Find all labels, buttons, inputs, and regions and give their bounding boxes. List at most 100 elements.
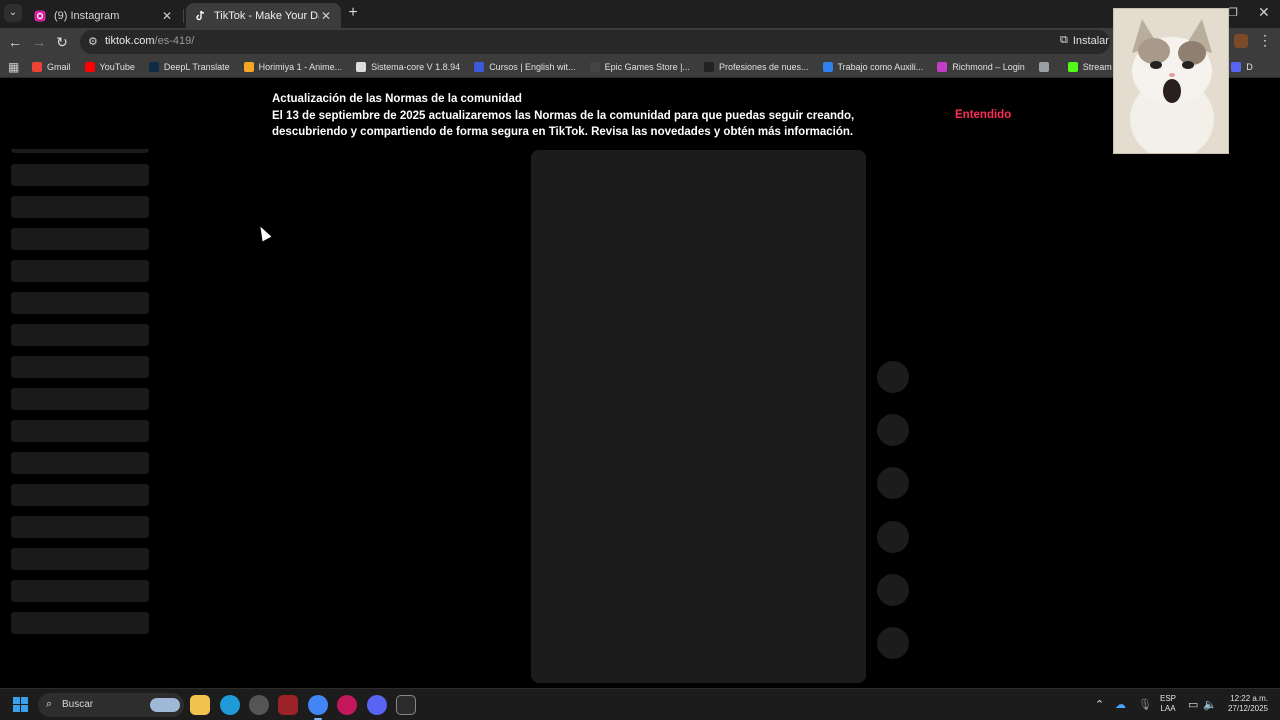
chrome-icon[interactable] bbox=[308, 695, 328, 720]
microphone-icon[interactable]: 🎙 bbox=[1138, 698, 1152, 711]
onedrive-icon[interactable]: ☁ bbox=[1115, 698, 1126, 711]
tab-divider bbox=[183, 9, 184, 23]
bookmark-favicon-icon bbox=[148, 62, 159, 72]
taskbar-search-label: Buscar bbox=[62, 699, 94, 710]
bookmarks-bar: ▦ Gmail YouTube DeepL Translate Horimiya 1 … bbox=[0, 56, 1280, 78]
bookmark-item[interactable]: Sistema-core V 1.8.94 bbox=[356, 62, 460, 72]
community-guidelines-notice: Actualización de las Normas de la comuni… bbox=[272, 93, 892, 140]
close-window-icon[interactable]: ✕ bbox=[1258, 4, 1270, 21]
bookmark-favicon-icon bbox=[356, 62, 367, 72]
bookmark-item[interactable]: Horimiya 1 - Anime... bbox=[243, 62, 343, 72]
bookmark-label: Richmond – Login bbox=[952, 62, 1025, 72]
video-loading-placeholder bbox=[531, 150, 866, 683]
bookmark-label: Cursos | English wit... bbox=[489, 62, 576, 72]
tab-title: TikTok - Make Your Day bbox=[214, 9, 319, 22]
language-indicator[interactable]: ESP LAA bbox=[1160, 694, 1176, 714]
maximize-icon[interactable]: ❐ bbox=[1228, 6, 1238, 19]
bookmark-favicon-icon bbox=[243, 62, 254, 72]
bookmark-favicon-icon bbox=[474, 62, 485, 72]
tab-instagram[interactable]: (9) Instagram ✕ bbox=[26, 3, 182, 28]
skeleton-row bbox=[11, 516, 149, 538]
reload-icon[interactable]: ↻ bbox=[53, 33, 71, 51]
bookmark-item[interactable]: YouTube bbox=[84, 62, 135, 72]
volume-icon[interactable]: 🔈 bbox=[1203, 698, 1217, 711]
edge-icon[interactable] bbox=[220, 695, 240, 715]
tab-search-icon[interactable]: ⌄ bbox=[4, 4, 22, 22]
bookmark-favicon-icon bbox=[84, 62, 95, 72]
bookmark-favicon-icon bbox=[937, 62, 948, 72]
search-icon: ⌕ bbox=[46, 698, 53, 710]
skeleton-row bbox=[11, 356, 149, 378]
install-label: Instalar bbox=[1072, 34, 1109, 47]
skeleton-row bbox=[11, 452, 149, 474]
windows-start-icon[interactable] bbox=[13, 697, 29, 713]
close-tab-icon[interactable]: ✕ bbox=[319, 9, 333, 23]
skeleton-row bbox=[11, 580, 149, 602]
weather-cloud-icon bbox=[150, 698, 180, 712]
entendido-button[interactable]: Entendido bbox=[955, 109, 1011, 121]
bookmark-item[interactable]: Richmond – Login bbox=[937, 62, 1025, 72]
skeleton-row bbox=[11, 388, 149, 410]
extension-icon[interactable] bbox=[1234, 34, 1248, 48]
close-tab-icon[interactable]: ✕ bbox=[160, 9, 174, 23]
browser-menu-icon[interactable]: ⋮ bbox=[1258, 32, 1272, 49]
bookmark-label: Gmail bbox=[47, 62, 71, 72]
system-clock[interactable]: 12:22 a.m. 27/12/2025 bbox=[1222, 694, 1268, 714]
new-tab-button[interactable]: + bbox=[344, 4, 362, 22]
bookmark-favicon-icon bbox=[1038, 62, 1049, 72]
bookmark-item[interactable]: Trabajo como Auxili... bbox=[822, 62, 923, 72]
skeleton-row bbox=[11, 484, 149, 506]
bookmark-label: D bbox=[1246, 62, 1253, 72]
cat-image bbox=[1114, 9, 1228, 153]
file-explorer-icon[interactable] bbox=[190, 695, 210, 715]
action-button-skeleton bbox=[877, 627, 909, 659]
tab-tiktok[interactable]: TikTok - Make Your Day ✕ bbox=[186, 3, 341, 28]
skeleton-row bbox=[11, 260, 149, 282]
install-button[interactable]: ⧉ Instalar bbox=[1060, 34, 1109, 47]
tray-overflow-icon[interactable]: ⌃ bbox=[1095, 698, 1104, 711]
instagram-icon bbox=[34, 10, 46, 21]
tab-title: (9) Instagram bbox=[54, 9, 120, 22]
bookmark-item[interactable]: DeepL Translate bbox=[148, 62, 230, 72]
bookmark-item[interactable]: Epic Games Store |... bbox=[589, 62, 690, 72]
bookmark-label: Profesiones de nues... bbox=[718, 62, 809, 72]
skeleton-bar bbox=[11, 149, 149, 153]
forward-icon[interactable]: → bbox=[30, 33, 48, 51]
bookmark-favicon-icon bbox=[1231, 62, 1242, 72]
navigation-bar: ← → ↻ ⚙ tiktok.com/es-419/ ⧉ Instalar ⋮ bbox=[0, 28, 1280, 56]
valorant-icon[interactable] bbox=[278, 695, 298, 715]
url-text[interactable]: tiktok.com/es-419/ bbox=[105, 35, 194, 47]
back-icon[interactable]: ← bbox=[6, 33, 24, 51]
bookmark-label: Horimiya 1 - Anime... bbox=[258, 62, 343, 72]
bookmark-item[interactable]: Cursos | English wit... bbox=[474, 62, 576, 72]
skeleton-row bbox=[11, 324, 149, 346]
skeleton-row bbox=[11, 420, 149, 442]
taskbar-search[interactable]: ⌕ Buscar bbox=[38, 693, 184, 717]
steam-icon[interactable] bbox=[249, 695, 269, 715]
skeleton-row bbox=[11, 292, 149, 314]
skeleton-row bbox=[11, 548, 149, 570]
action-button-skeleton bbox=[877, 361, 909, 393]
action-button-skeleton bbox=[877, 521, 909, 553]
install-app-icon: ⧉ bbox=[1060, 34, 1068, 46]
bookmark-item[interactable]: Profesiones de nues... bbox=[703, 62, 809, 72]
skeleton-row bbox=[11, 612, 149, 634]
epic-games-icon[interactable] bbox=[396, 695, 416, 715]
notice-body: El 13 de septiembre de 2025 actualizarem… bbox=[272, 110, 855, 138]
bookmark-item[interactable]: D bbox=[1231, 62, 1253, 72]
media-player-icon[interactable] bbox=[337, 695, 357, 715]
apps-grid-icon[interactable]: ▦ bbox=[8, 60, 19, 74]
network-icon[interactable]: ▭ bbox=[1188, 698, 1198, 711]
discord-icon[interactable] bbox=[367, 695, 387, 715]
address-bar[interactable]: ⚙ tiktok.com/es-419/ bbox=[80, 30, 1110, 54]
bookmark-item[interactable]: Gmail bbox=[32, 62, 71, 72]
bookmark-favicon-icon bbox=[589, 62, 600, 72]
site-info-icon[interactable]: ⚙ bbox=[88, 35, 98, 48]
windows-taskbar: ⌕ Buscar ⌃ ☁ 🎙 ESP LAA ▭ 🔈 12:22 a.m. 27… bbox=[0, 688, 1280, 720]
action-button-skeleton bbox=[877, 467, 909, 499]
bookmark-item[interactable] bbox=[1038, 62, 1054, 72]
bookmark-label: Sistema-core V 1.8.94 bbox=[371, 62, 461, 72]
bookmark-label: Epic Games Store |... bbox=[604, 62, 690, 72]
sidebar-loading-skeleton bbox=[11, 149, 149, 644]
action-button-skeleton bbox=[877, 414, 909, 446]
